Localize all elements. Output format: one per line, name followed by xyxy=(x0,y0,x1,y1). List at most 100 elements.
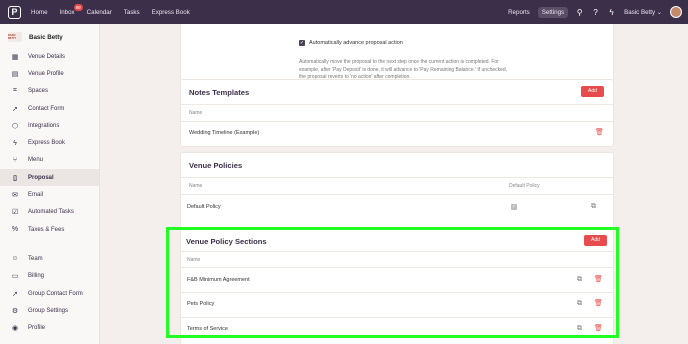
nav-reports[interactable]: Reports xyxy=(508,9,530,16)
inbox-count-badge: 99 xyxy=(73,3,83,11)
venue-policy-sections-card: Venue Policy Sections Add Name F&B Minim… xyxy=(180,228,614,344)
sidebar-item-proposal[interactable]: ▯ Proposal xyxy=(0,169,99,187)
nav-inbox-label: Inbox xyxy=(59,8,75,16)
cursor-icon: ➚ xyxy=(12,290,18,298)
sidebar-item-label: Contact Form xyxy=(28,105,65,112)
lightning-icon: ϟ xyxy=(13,139,17,147)
sidebar-item-label: Billing xyxy=(28,273,45,280)
sidebar-item-profile[interactable]: ◉ Profile xyxy=(0,319,99,336)
auto-advance-label: Automatically advance proposal action xyxy=(309,40,403,46)
add-note-template-button[interactable]: Add xyxy=(581,86,604,97)
duplicate-icon[interactable]: ⧉ xyxy=(577,325,582,333)
sidebar-item-menu[interactable]: ⑂ Menu xyxy=(0,152,99,169)
sidebar-list-account: ☺ Team ▭ Billing ➚ Group Contact Form ⚙ Group S… xyxy=(0,250,99,336)
sidebar-item-express-book[interactable]: ϟ Express Book xyxy=(0,134,99,151)
auto-advance-checkbox[interactable]: ✓ xyxy=(299,40,305,46)
card-icon: ▭ xyxy=(11,273,19,281)
add-policy-section-button[interactable]: Add xyxy=(584,235,607,246)
sidebar-item-label: Group Contact Form xyxy=(28,290,83,297)
sidebar-item-label: Spaces xyxy=(28,88,49,95)
nav-settings[interactable]: Settings xyxy=(537,6,569,18)
sidebar-item-label: Team xyxy=(28,255,43,262)
cube-icon: ⬡ xyxy=(11,122,19,130)
column-header-name: Name xyxy=(189,110,203,116)
duplicate-icon[interactable]: ⧉ xyxy=(577,276,582,284)
venue-policy-name[interactable]: Default Policy xyxy=(187,204,221,210)
sidebar-item-label: Integrations xyxy=(28,122,60,129)
sidebar-item-label: Automated Tasks xyxy=(28,209,74,216)
sidebar-item-automated-tasks[interactable]: ☑ Automated Tasks xyxy=(0,204,99,221)
sidebar-item-label: Taxes & Fees xyxy=(28,226,65,233)
note-template-name[interactable]: Wedding Timeline (Example) xyxy=(189,130,259,136)
delete-icon[interactable]: 🗑 xyxy=(594,276,603,284)
sidebar-item-email[interactable]: ✉ Email xyxy=(0,186,99,203)
nav-inbox[interactable]: Inbox 99 xyxy=(59,3,83,16)
delete-icon[interactable]: 🗑 xyxy=(594,300,603,308)
delete-icon[interactable]: 🗑 xyxy=(594,325,603,333)
sidebar-item-label: Proposal xyxy=(28,174,54,181)
description-line: example, after 'Pay Deposit' is done, it… xyxy=(299,66,508,73)
sidebar-item-venue-profile[interactable]: ▤ Venue Profile xyxy=(0,65,99,82)
notes-templates-card: Notes Templates Add Name Wedding Timelin… xyxy=(180,79,614,147)
venue-policies-title: Venue Policies xyxy=(189,161,243,170)
nav-calendar[interactable]: Calendar xyxy=(87,9,112,16)
policy-section-name[interactable]: Terms of Service xyxy=(187,326,228,332)
sidebar-item-group-settings[interactable]: ⚙ Group Settings xyxy=(0,302,99,319)
nav-tasks[interactable]: Tasks xyxy=(124,9,140,16)
sidebar-item-label: Profile xyxy=(28,325,46,332)
sidebar-item-label: Venue Details xyxy=(28,53,66,60)
help-icon[interactable]: ? xyxy=(591,8,600,17)
avatar[interactable] xyxy=(670,6,682,18)
description-line: Automatically move the proposal to the n… xyxy=(299,59,499,65)
right-nav: Reports Settings ⚲ ? ϟ Basic Betty ⌄ xyxy=(500,0,682,24)
utensils-icon: ⑂ xyxy=(12,156,18,164)
sidebar-item-taxes-fees[interactable]: % Taxes & Fees xyxy=(0,221,99,238)
sidebar-item-venue-details[interactable]: ▦ Venue Details xyxy=(0,48,99,65)
cursor-icon: ➚ xyxy=(12,105,18,113)
sidebar-item-contact-form[interactable]: ➚ Contact Form xyxy=(0,100,99,117)
sidebar-item-label: Group Settings xyxy=(28,307,69,314)
spaces-icon: ⌗ xyxy=(13,87,17,95)
sidebar-item-label: Menu xyxy=(28,157,44,164)
sidebar-item-group-contact-form[interactable]: ➚ Group Contact Form xyxy=(0,285,99,302)
sidebar-item-integrations[interactable]: ⬡ Integrations xyxy=(0,117,99,134)
business-header: BASIC BETTY Basic Betty xyxy=(0,24,99,48)
app-logo-icon[interactable]: P xyxy=(8,5,21,19)
sidebar-list-main: ▦ Venue Details ▤ Venue Profile ⌗ Spaces ➚ Cont… xyxy=(0,48,99,238)
business-name: Basic Betty xyxy=(29,33,63,41)
main-content: ✓ Automatically advance proposal action … xyxy=(100,24,688,344)
nav-home[interactable]: Home xyxy=(31,9,48,16)
duplicate-icon[interactable]: ⧉ xyxy=(591,203,596,211)
lightning-icon[interactable]: ϟ xyxy=(607,8,616,17)
search-icon[interactable]: ⚲ xyxy=(575,8,584,17)
settings-sidebar: BASIC BETTY Basic Betty ▦ Venue Details ▤ V… xyxy=(0,24,100,344)
percent-icon: % xyxy=(11,226,19,234)
column-header-default-policy: Default Policy xyxy=(509,183,540,189)
sidebar-item-label: Email xyxy=(28,192,44,199)
clipboard-icon: ▯ xyxy=(13,174,17,182)
profile-card-icon: ▤ xyxy=(11,70,19,78)
sidebar-item-billing[interactable]: ▭ Billing xyxy=(0,268,99,285)
building-icon: ▦ xyxy=(11,53,19,61)
checkbox-icon: ☑ xyxy=(11,209,19,217)
mail-icon: ✉ xyxy=(12,192,18,200)
sidebar-item-label: Venue Profile xyxy=(28,70,64,77)
gear-icon: ⚙ xyxy=(11,307,19,315)
policy-section-name[interactable]: F&B Minimum Agreement xyxy=(187,277,250,283)
main-nav: Home Inbox 99 Calendar Tasks Express Book xyxy=(31,3,202,16)
user-icon: ◉ xyxy=(11,325,19,333)
user-name: Basic Betty xyxy=(624,8,656,16)
chevron-down-icon: ⌄ xyxy=(656,8,662,16)
notes-templates-title: Notes Templates xyxy=(189,88,250,97)
user-menu[interactable]: Basic Betty ⌄ xyxy=(624,9,662,16)
default-policy-checkbox[interactable]: ✓ xyxy=(511,204,517,210)
sidebar-item-label: Express Book xyxy=(28,140,66,147)
collapse-sidebar-button[interactable]: « xyxy=(0,339,99,344)
delete-icon[interactable]: 🗑 xyxy=(595,129,604,137)
column-header-name: Name xyxy=(189,183,203,189)
policy-section-name[interactable]: Pets Policy xyxy=(187,301,214,307)
sidebar-item-team[interactable]: ☺ Team xyxy=(0,250,99,267)
sidebar-item-spaces[interactable]: ⌗ Spaces xyxy=(0,83,99,100)
nav-express-book[interactable]: Express Book xyxy=(152,9,190,16)
duplicate-icon[interactable]: ⧉ xyxy=(577,300,582,308)
